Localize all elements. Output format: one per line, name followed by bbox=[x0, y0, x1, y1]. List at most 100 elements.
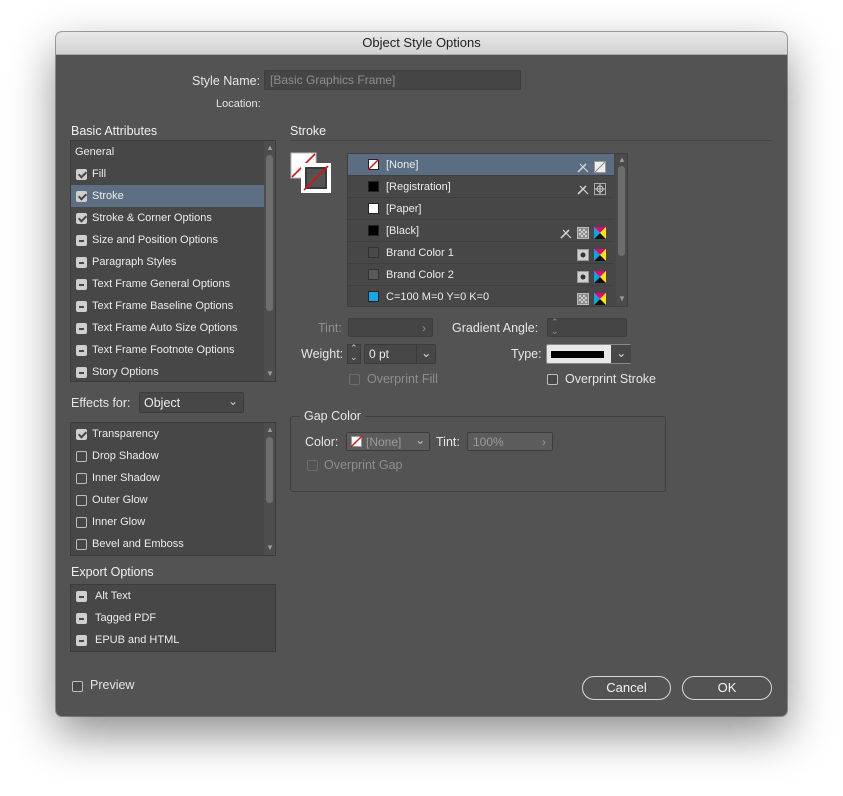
checkbox[interactable] bbox=[76, 213, 87, 224]
type-label: Type: bbox=[511, 347, 542, 361]
list-item[interactable]: Text Frame Auto Size Options bbox=[71, 317, 264, 339]
checkbox[interactable] bbox=[76, 613, 87, 624]
checkbox[interactable] bbox=[76, 301, 87, 312]
stroke-divider bbox=[290, 140, 772, 141]
list-item[interactable]: Stroke bbox=[71, 185, 264, 207]
effects-scrollbar[interactable]: ▲ ▼ bbox=[264, 423, 275, 555]
gradient-angle-label: Gradient Angle: bbox=[452, 321, 539, 335]
swatch-scrollbar[interactable]: ▲ ▼ bbox=[616, 154, 627, 306]
list-item[interactable]: Text Frame Footnote Options bbox=[71, 339, 264, 361]
gap-tint-input[interactable]: 100% › bbox=[467, 432, 553, 451]
checkbox[interactable] bbox=[76, 591, 87, 602]
list-item[interactable]: Paragraph Styles bbox=[71, 251, 264, 273]
weight-label: Weight: bbox=[301, 347, 344, 361]
cmyk-icon bbox=[594, 225, 606, 239]
checkbox[interactable] bbox=[76, 235, 87, 246]
scroll-down-icon[interactable]: ▼ bbox=[266, 543, 274, 552]
list-item[interactable]: Text Frame Baseline Options bbox=[71, 295, 264, 317]
effects-for-select[interactable]: Object ⌄ bbox=[139, 392, 244, 413]
checkbox[interactable] bbox=[76, 429, 87, 440]
checkbox[interactable] bbox=[76, 517, 87, 528]
list-item-label: Inner Shadow bbox=[92, 472, 160, 484]
swatch-row[interactable]: [None] bbox=[348, 154, 614, 176]
list-item[interactable]: Alt Text bbox=[71, 585, 264, 607]
list-item[interactable]: General bbox=[71, 141, 264, 163]
style-name-input[interactable]: [Basic Graphics Frame] bbox=[264, 70, 521, 90]
chevron-right-icon[interactable]: › bbox=[542, 433, 546, 451]
pencil-crossed-icon bbox=[560, 225, 572, 239]
checkbox[interactable] bbox=[76, 169, 87, 180]
registration-icon bbox=[594, 181, 606, 195]
scroll-thumb[interactable] bbox=[266, 437, 273, 503]
swatch-row[interactable]: Brand Color 1 bbox=[348, 242, 614, 264]
list-item-label: Text Frame General Options bbox=[92, 278, 231, 290]
list-item[interactable]: Size and Position Options bbox=[71, 229, 264, 251]
checkbox[interactable] bbox=[76, 539, 87, 550]
swatch-chip bbox=[368, 181, 379, 192]
list-item[interactable]: Tagged PDF bbox=[71, 607, 264, 629]
stepper-icon[interactable]: ⌃ ⌄ bbox=[551, 318, 559, 336]
solid-line-preview bbox=[551, 351, 604, 358]
list-item-label: Text Frame Auto Size Options bbox=[92, 322, 238, 334]
chevron-right-icon[interactable]: › bbox=[422, 319, 426, 337]
gap-color-select[interactable]: [None] ⌄ bbox=[346, 432, 430, 451]
list-item[interactable]: Text Frame General Options bbox=[71, 273, 264, 295]
basic-attributes-scrollbar[interactable]: ▲ ▼ bbox=[264, 141, 275, 381]
fill-stroke-proxy-icon[interactable] bbox=[290, 152, 332, 194]
cancel-button[interactable]: Cancel bbox=[582, 676, 671, 700]
list-item[interactable]: Inner Shadow bbox=[71, 467, 264, 489]
overprint-gap-checkbox[interactable] bbox=[307, 460, 318, 471]
list-item[interactable]: Transparency bbox=[71, 423, 264, 445]
scroll-up-icon[interactable]: ▲ bbox=[266, 425, 274, 434]
list-item-label: Outer Glow bbox=[92, 494, 148, 506]
preview-checkbox[interactable] bbox=[72, 681, 83, 692]
weight-stepper[interactable]: ⌃ ⌄ bbox=[347, 344, 361, 364]
checkbox[interactable] bbox=[76, 495, 87, 506]
list-item[interactable]: Outer Glow bbox=[71, 489, 264, 511]
checkbox[interactable] bbox=[76, 451, 87, 462]
scroll-up-icon[interactable]: ▲ bbox=[618, 155, 626, 164]
weight-select[interactable]: 0 pt ⌄ bbox=[364, 344, 436, 364]
checkbox[interactable] bbox=[76, 473, 87, 484]
checkbox[interactable] bbox=[76, 257, 87, 268]
scroll-thumb[interactable] bbox=[618, 166, 625, 256]
stepper-icon[interactable]: ⌃ ⌄ bbox=[350, 344, 358, 362]
scroll-thumb[interactable] bbox=[266, 155, 273, 311]
list-item[interactable]: Stroke & Corner Options bbox=[71, 207, 264, 229]
swatch-row[interactable]: [Paper] bbox=[348, 198, 614, 220]
swatch-row[interactable]: [Black] bbox=[348, 220, 614, 242]
pencil-crossed-icon bbox=[577, 181, 589, 195]
checkbox[interactable] bbox=[76, 635, 87, 646]
list-item[interactable]: Bevel and Emboss bbox=[71, 533, 264, 555]
overprint-stroke-checkbox[interactable] bbox=[547, 374, 558, 385]
chevron-down-icon: ⌄ bbox=[421, 346, 432, 360]
export-options-title: Export Options bbox=[71, 565, 154, 579]
checkbox[interactable] bbox=[76, 191, 87, 202]
overprint-fill-checkbox[interactable] bbox=[349, 374, 360, 385]
gap-tint-value: 100% bbox=[473, 435, 504, 449]
swatch-name: C=100 M=0 Y=0 K=0 bbox=[386, 291, 490, 303]
tint-input[interactable]: › bbox=[348, 318, 433, 337]
swatch-name: [Black] bbox=[386, 225, 420, 237]
tint-label: Tint: bbox=[318, 321, 342, 335]
list-item[interactable]: Drop Shadow bbox=[71, 445, 264, 467]
swatch-name: [Paper] bbox=[386, 203, 422, 215]
ok-button[interactable]: OK bbox=[682, 676, 772, 700]
list-item[interactable]: Fill bbox=[71, 163, 264, 185]
checkbox[interactable] bbox=[76, 323, 87, 334]
list-item[interactable]: Story Options bbox=[71, 361, 264, 381]
checkbox[interactable] bbox=[76, 345, 87, 356]
scroll-down-icon[interactable]: ▼ bbox=[266, 369, 274, 378]
swatch-row[interactable]: Brand Color 2 bbox=[348, 264, 614, 286]
swatch-row[interactable]: [Registration] bbox=[348, 176, 614, 198]
checkbox[interactable] bbox=[76, 279, 87, 290]
stroke-type-select[interactable]: ⌄ bbox=[546, 344, 631, 364]
scroll-down-icon[interactable]: ▼ bbox=[618, 294, 626, 303]
scroll-up-icon[interactable]: ▲ bbox=[266, 143, 274, 152]
gradient-angle-input[interactable]: ⌃ ⌄ bbox=[547, 318, 627, 337]
swatch-row[interactable]: C=100 M=0 Y=0 K=0 bbox=[348, 286, 614, 306]
effects-list: Bevel and Emboss Inner Glow Outer Glow Inne… bbox=[70, 422, 276, 556]
list-item[interactable]: Inner Glow bbox=[71, 511, 264, 533]
checkbox[interactable] bbox=[76, 367, 87, 378]
list-item[interactable]: EPUB and HTML bbox=[71, 629, 264, 651]
